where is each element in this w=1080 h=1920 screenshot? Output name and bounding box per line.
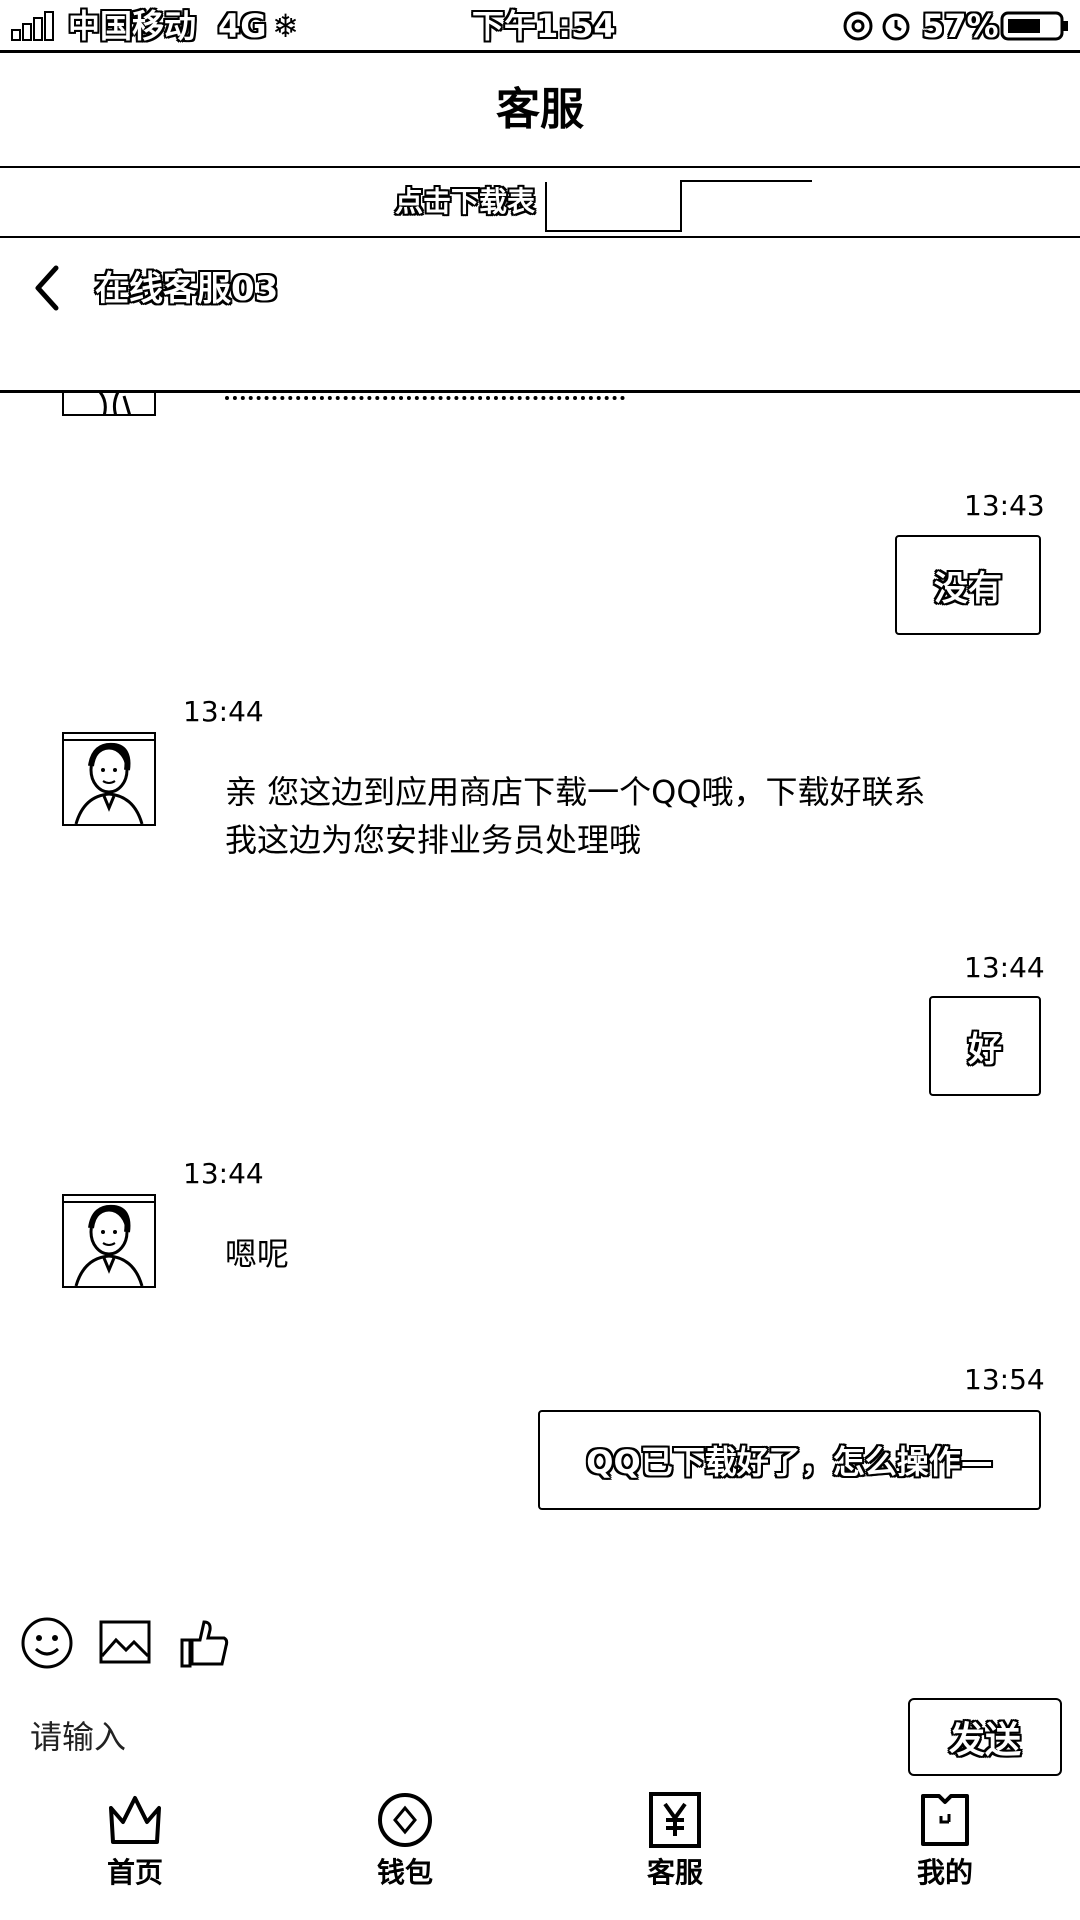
nav-item-wallet[interactable]: 钱包	[335, 1790, 475, 1910]
nav-item-service[interactable]: 客服	[605, 1790, 745, 1910]
agent-name: 在线客服03	[95, 269, 279, 309]
download-text[interactable]: 点击下载表	[395, 182, 535, 222]
thumbs-up-icon[interactable]	[178, 1616, 232, 1670]
download-banner[interactable]: 点击下载表	[0, 166, 1080, 238]
send-button[interactable]: 发送	[908, 1698, 1062, 1776]
nav-label: 首页	[106, 1856, 163, 1889]
battery-percent: 57%	[922, 7, 999, 45]
clock-label: 下午1:54	[472, 7, 616, 45]
message-time: 13:44	[183, 695, 264, 728]
nav-label: 钱包	[376, 1856, 433, 1889]
message-text: 没有	[934, 568, 1002, 609]
download-placeholder-left	[545, 182, 682, 232]
user-message-bubble: 好	[929, 996, 1041, 1096]
data-activity-icon: ❄	[272, 7, 299, 45]
message-text: 好	[968, 1029, 1002, 1070]
user-message-bubble: QQ已下载好了，怎么操作—	[538, 1410, 1041, 1510]
send-button-label: 发送	[948, 1720, 1021, 1761]
crown-icon	[109, 1796, 161, 1844]
coin-icon	[378, 1793, 432, 1847]
carrier-label: 中国移动	[68, 7, 197, 45]
yen-icon	[649, 1792, 701, 1848]
message-line: 亲 您这边到应用商店下载一个QQ哦，下载好联系	[225, 773, 926, 811]
message-time: 13:54	[964, 1363, 1045, 1396]
message-text: QQ已下载好了，怎么操作—	[586, 1443, 993, 1481]
message-line: 嗯呢	[225, 1235, 290, 1273]
signal-icon	[11, 11, 54, 41]
agent-message: 嗯呢	[225, 1230, 289, 1278]
emoji-icon[interactable]	[20, 1616, 74, 1670]
status-bar: 中国移动 4G ❄ 下午1:54 57%	[0, 0, 1080, 53]
page-title: 客服	[496, 84, 584, 135]
alarm-icon	[882, 13, 910, 41]
cut-off-message	[225, 388, 625, 400]
avatar	[62, 1194, 156, 1288]
chat-header: 在线客服03	[0, 236, 1080, 393]
agent-message: 亲 您这边到应用商店下载一个QQ哦，下载好联系 我这边为您安排业务员处理哦	[225, 768, 926, 864]
nav-label: 客服	[646, 1856, 703, 1889]
message-line: 我这边为您安排业务员处理哦	[225, 821, 642, 859]
nav-label: 我的	[916, 1856, 973, 1889]
image-icon[interactable]	[98, 1616, 152, 1670]
network-label: 4G	[218, 7, 267, 45]
at-icon	[843, 11, 873, 41]
nav-item-home[interactable]: 首页	[65, 1790, 205, 1910]
battery-icon	[1000, 11, 1068, 41]
download-placeholder-right	[680, 180, 812, 230]
profile-icon	[921, 1794, 969, 1846]
avatar	[62, 392, 156, 416]
avatar	[62, 732, 156, 826]
user-message-bubble: 没有	[895, 535, 1041, 635]
back-arrow-icon[interactable]	[26, 262, 70, 314]
message-input[interactable]	[30, 1712, 890, 1762]
message-time: 13:43	[964, 489, 1045, 522]
message-time: 13:44	[183, 1157, 264, 1190]
message-time: 13:44	[964, 951, 1045, 984]
nav-item-profile[interactable]: 我的	[875, 1790, 1015, 1910]
